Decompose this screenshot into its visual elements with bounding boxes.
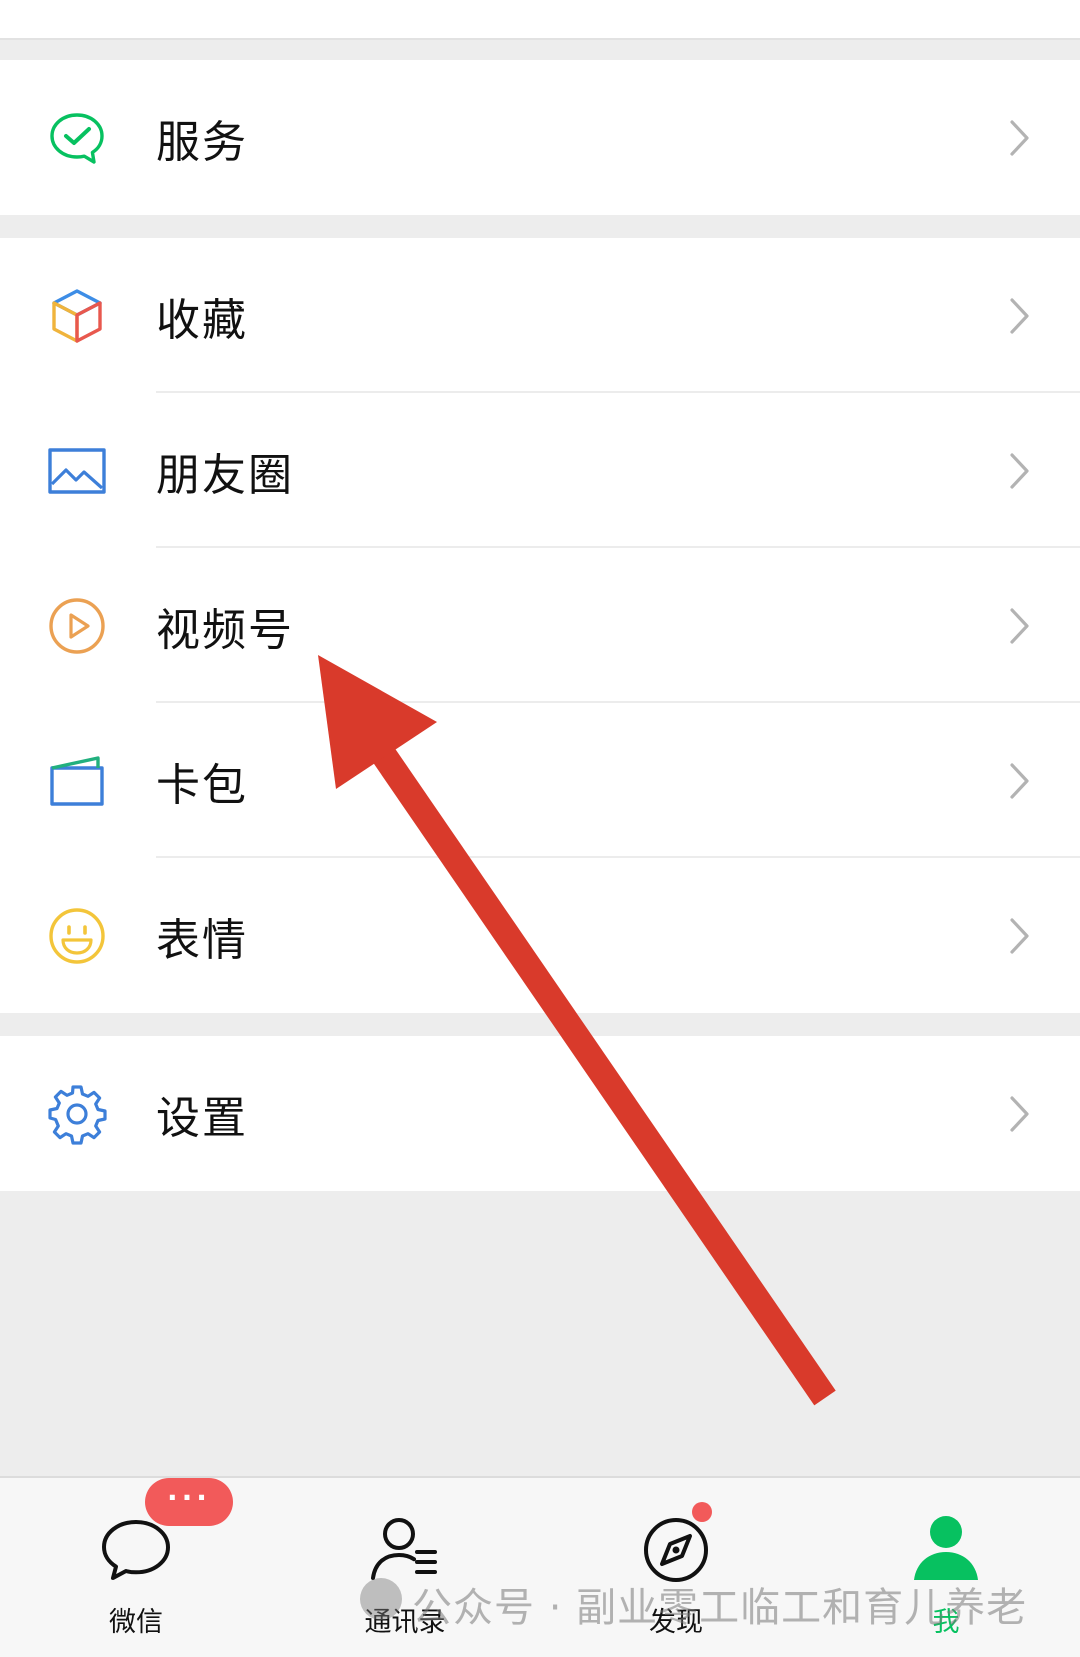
watermark-logo-icon — [360, 1578, 402, 1620]
menu-item-stickers[interactable]: 表情 — [0, 858, 1080, 1013]
menu-item-favorites[interactable]: 收藏 — [0, 238, 1080, 393]
menu-item-label: 收藏 — [156, 294, 248, 346]
tab-label: 微信 — [109, 1607, 163, 1638]
menu-item-settings[interactable]: 设置 — [0, 1036, 1080, 1191]
menu-item-moments[interactable]: 朋友圈 — [0, 393, 1080, 548]
main-group: 收藏 朋友圈 视频号 卡包 表情 — [0, 238, 1080, 1013]
chevron-right-icon — [1008, 296, 1032, 336]
chevron-right-icon — [1008, 451, 1032, 491]
sticker-smile-icon — [46, 905, 108, 967]
top-divider — [0, 38, 1080, 40]
chevron-right-icon — [1008, 761, 1032, 801]
service-group: 服务 — [0, 60, 1080, 215]
chevron-right-icon — [1008, 1094, 1032, 1134]
moments-picture-icon — [46, 440, 108, 502]
wechat-pay-icon — [46, 107, 108, 169]
menu-item-label: 视频号 — [156, 604, 294, 656]
menu-item-label: 表情 — [156, 914, 248, 966]
menu-item-label: 服务 — [156, 116, 248, 168]
menu-item-label: 朋友圈 — [156, 449, 294, 501]
menu-item-label: 设置 — [156, 1092, 248, 1144]
settings-group: 设置 — [0, 1036, 1080, 1191]
card-wallet-icon — [46, 750, 108, 812]
top-strip — [0, 0, 1080, 38]
chevron-right-icon — [1008, 118, 1032, 158]
unread-badge: ··· — [145, 1478, 233, 1526]
menu-item-card-wallet[interactable]: 卡包 — [0, 703, 1080, 858]
watermark-text: 公众号 · 副业零工临工和育儿养老 — [412, 1585, 1028, 1631]
channels-play-icon — [46, 595, 108, 657]
menu-item-service[interactable]: 服务 — [0, 60, 1080, 215]
discover-red-dot — [692, 1502, 712, 1522]
favorites-cube-icon — [46, 285, 108, 347]
chevron-right-icon — [1008, 916, 1032, 956]
menu-item-channels[interactable]: 视频号 — [0, 548, 1080, 703]
menu-item-label: 卡包 — [156, 759, 248, 811]
settings-gear-icon — [46, 1083, 108, 1145]
chevron-right-icon — [1008, 606, 1032, 646]
